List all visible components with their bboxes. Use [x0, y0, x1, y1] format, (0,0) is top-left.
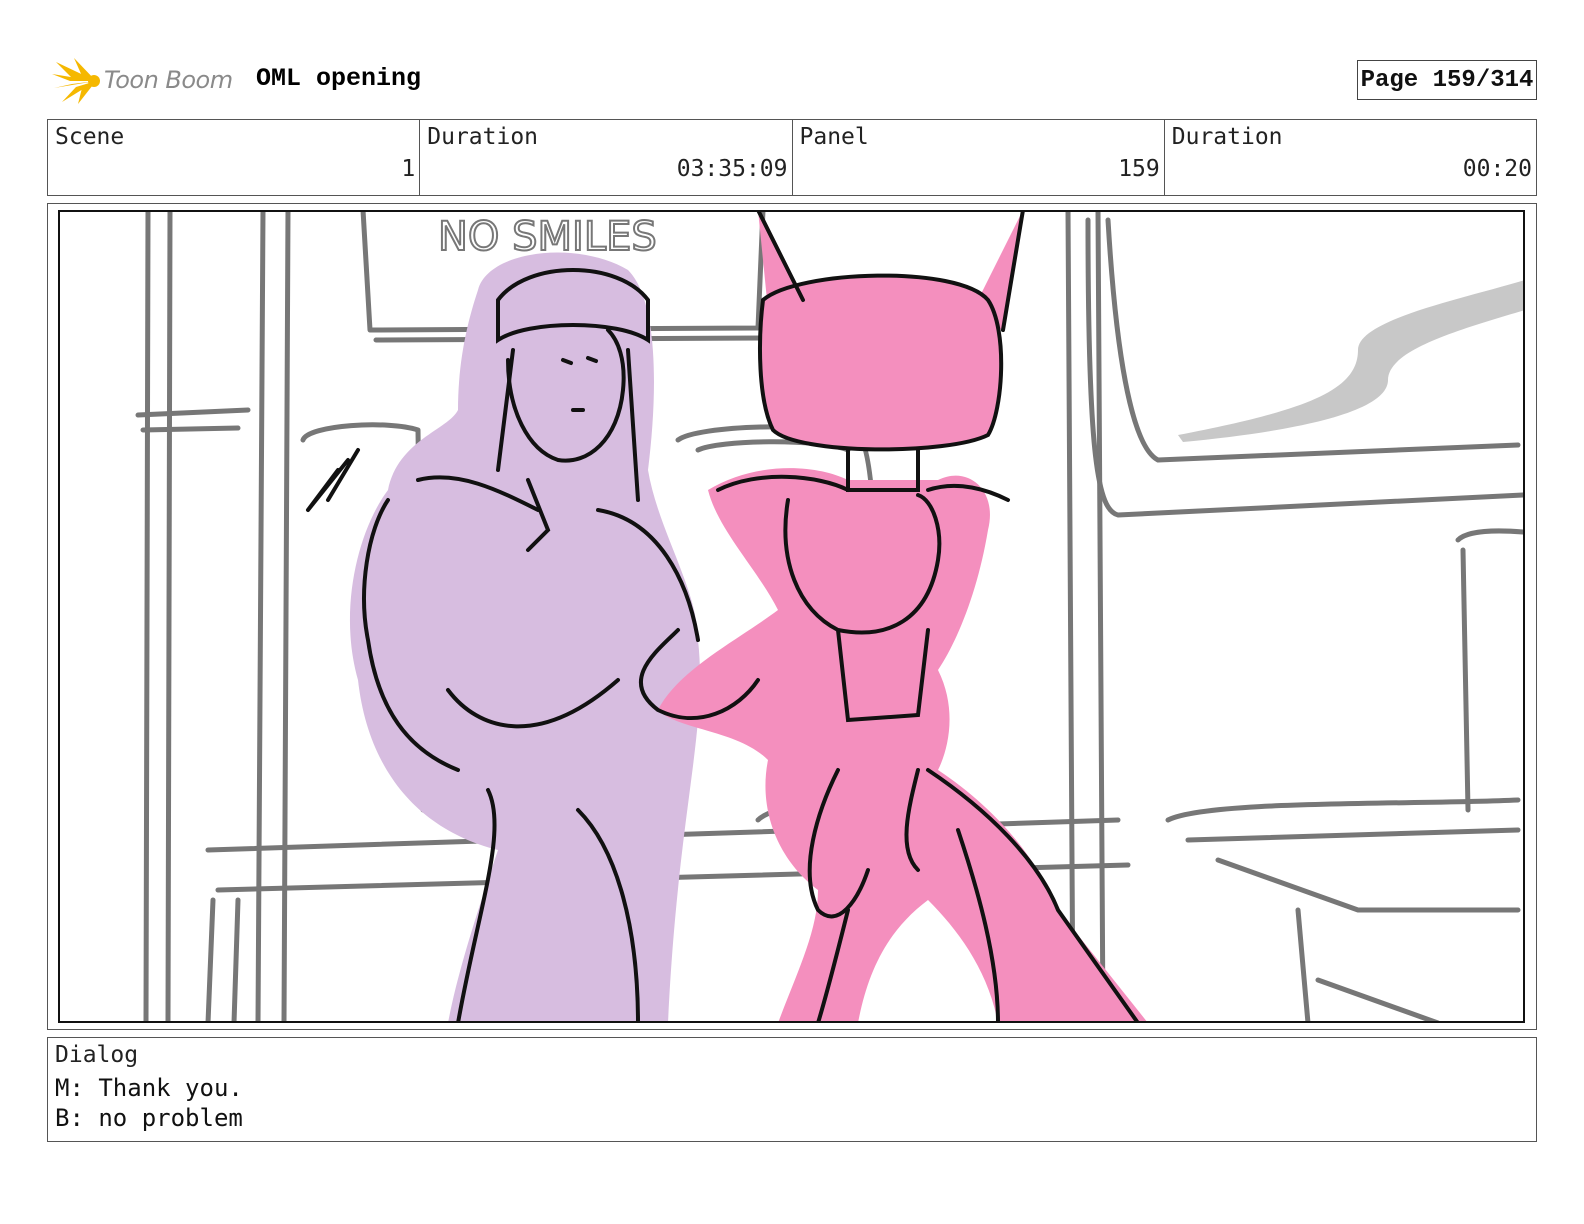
scene-value: 1	[401, 156, 416, 182]
dialog-box: Dialog M: Thank you. B: no problem	[47, 1037, 1537, 1142]
dialog-line: B: no problem	[55, 1104, 243, 1132]
brand-name: Toon Boom	[104, 66, 233, 94]
page-indicator: Page 159/314	[1357, 60, 1537, 100]
starburst-icon	[52, 58, 100, 104]
panel-info-row: Scene 1 Duration 03:35:09 Panel 159 Dura…	[47, 119, 1537, 196]
scene-duration-label: Duration	[427, 124, 539, 150]
panel-duration-cell: Duration 00:20	[1163, 120, 1536, 195]
scene-cell: Scene 1	[48, 120, 419, 195]
scene-label: Scene	[55, 124, 125, 150]
storyboard-sketch: NO SMILES	[135, 210, 1525, 1023]
panel-label: Panel	[799, 124, 869, 150]
panel-duration-value: 00:20	[1462, 156, 1532, 182]
storyboard-panel-image: NO SMILES	[58, 210, 1525, 1023]
document-title: OML opening	[256, 64, 422, 93]
panel-duration-label: Duration	[1171, 124, 1283, 150]
panel-cell: Panel 159	[791, 120, 1164, 195]
panel-value: 159	[1118, 156, 1160, 182]
girl-character	[306, 252, 701, 1023]
dialog-line: M: Thank you.	[55, 1074, 243, 1102]
scene-duration-value: 03:35:09	[676, 156, 788, 182]
scene-duration-cell: Duration 03:35:09	[419, 120, 791, 195]
dialog-label: Dialog	[55, 1042, 139, 1068]
